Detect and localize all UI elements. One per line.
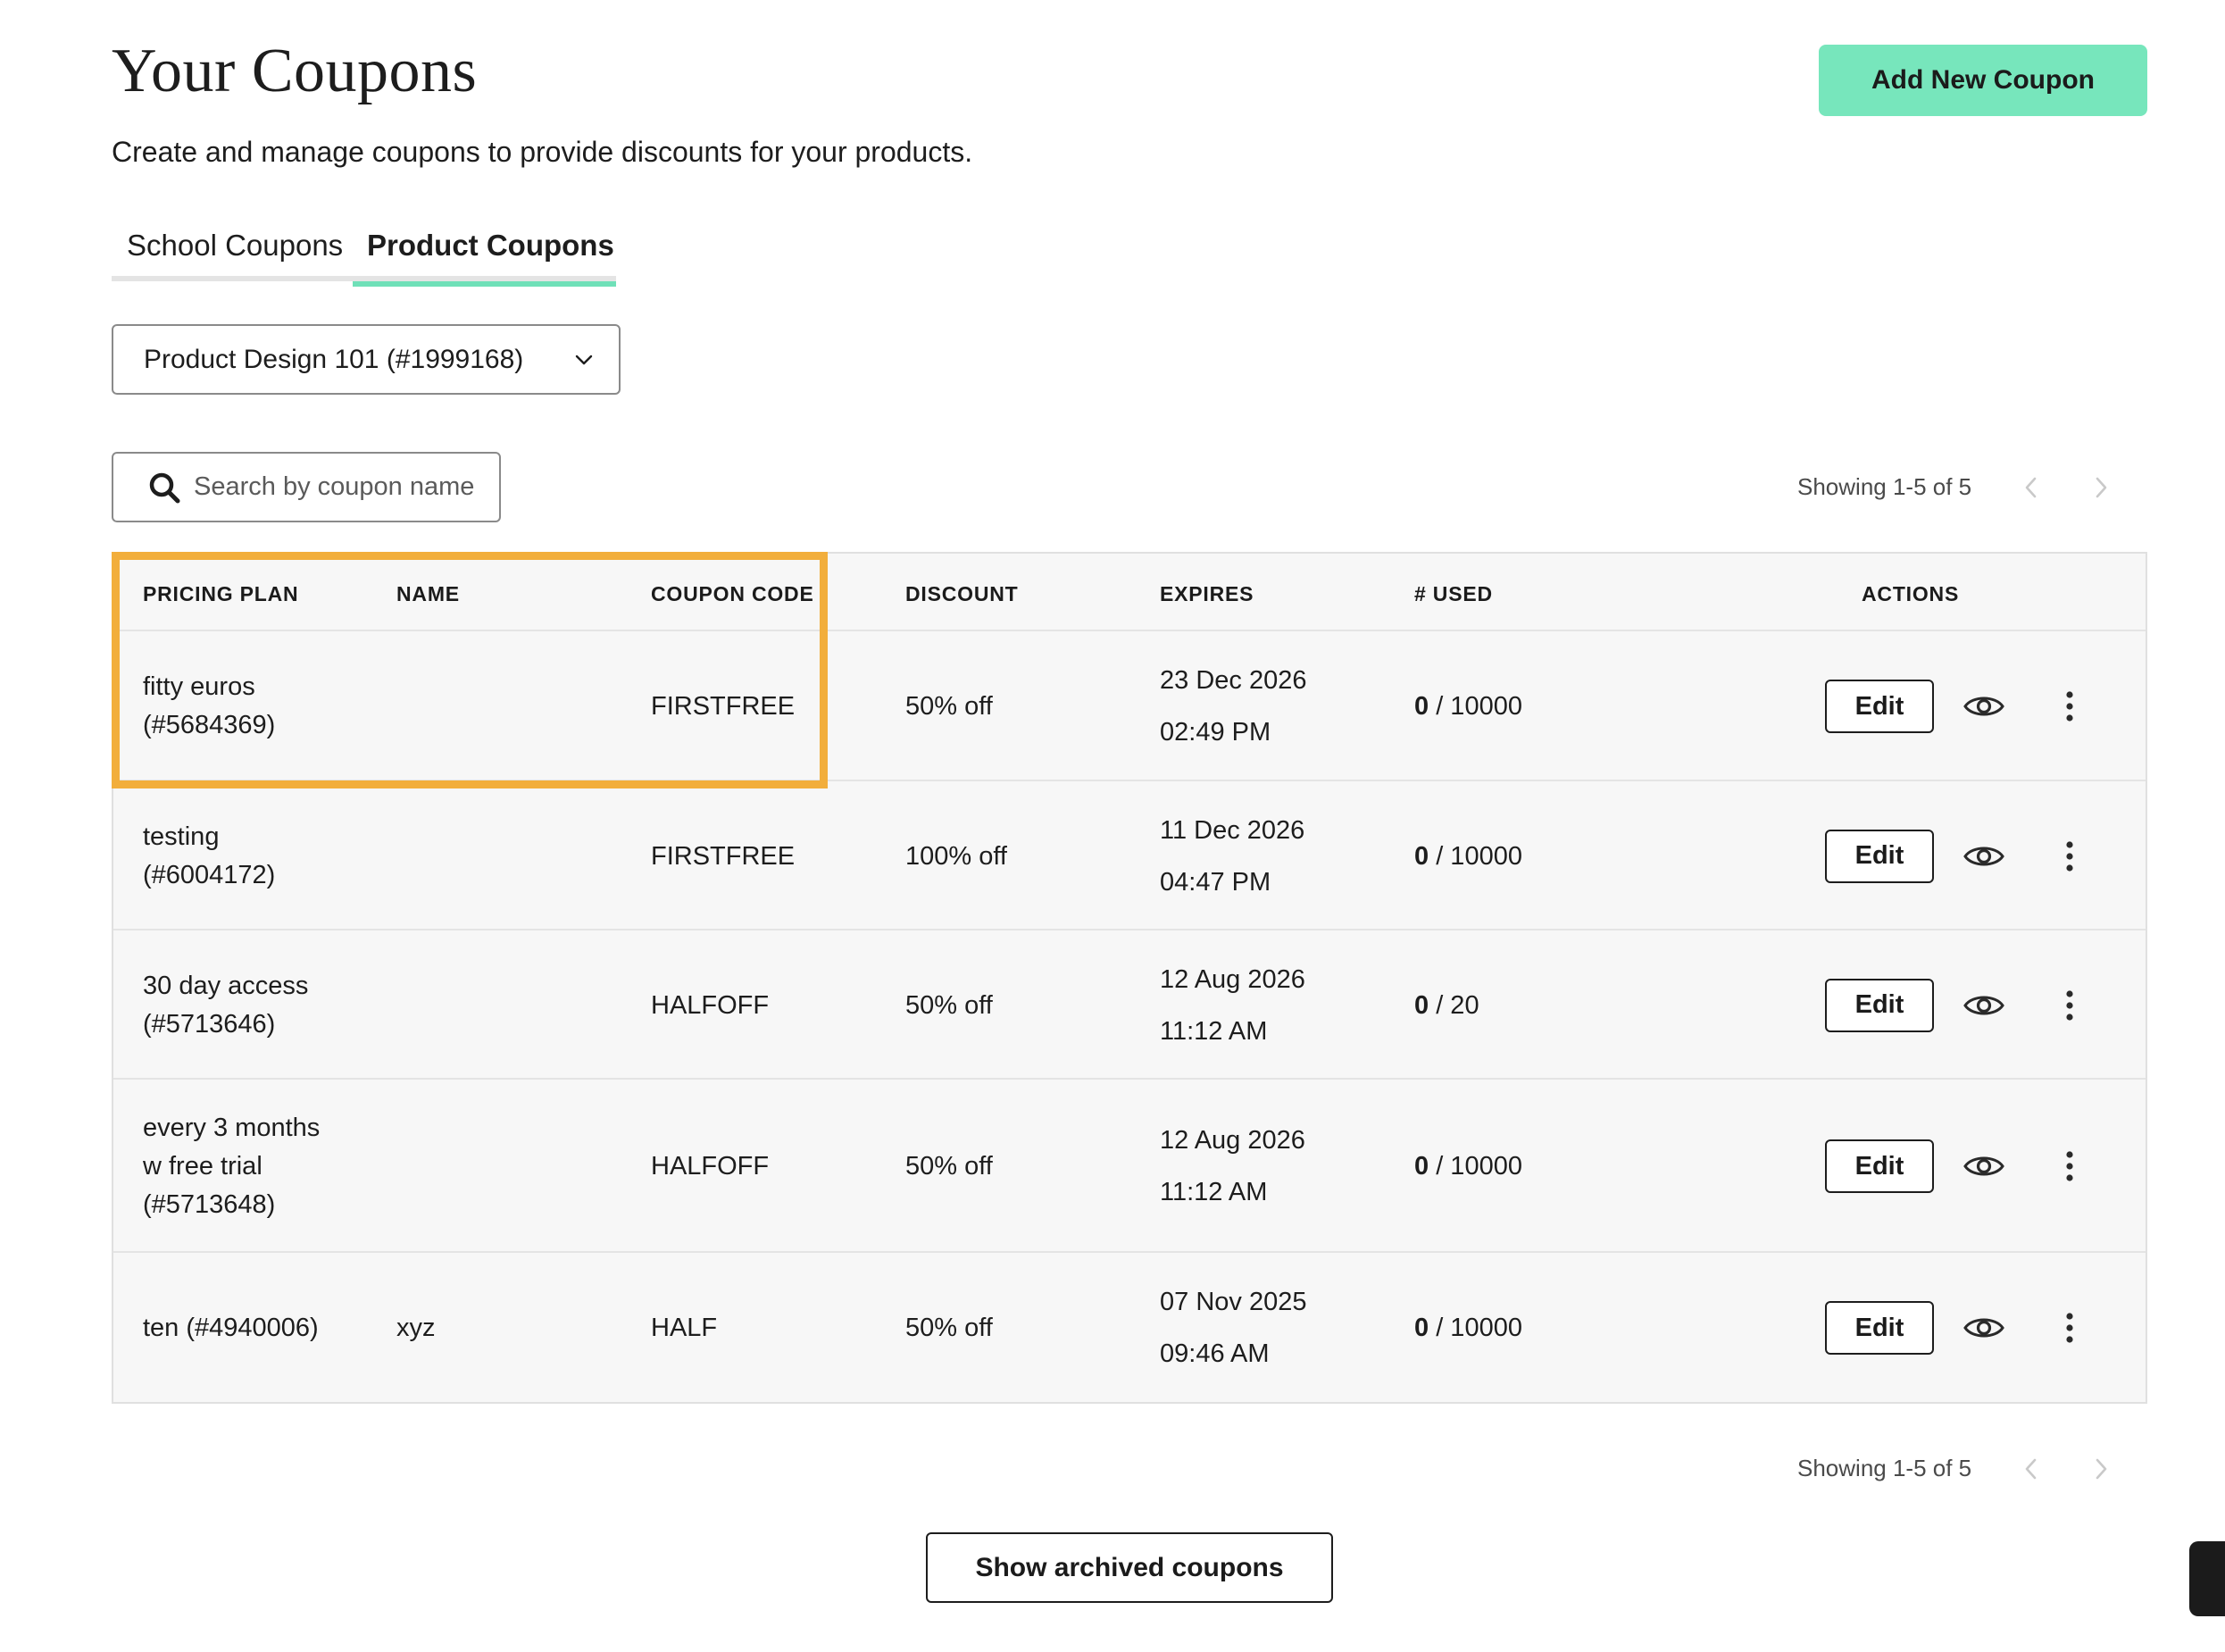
cell-coupon-code: HALF <box>651 1314 718 1342</box>
column-header-coupon-code: COUPON CODE <box>651 582 814 605</box>
chevron-left-icon[interactable] <box>2021 475 2041 500</box>
edit-button[interactable]: Edit <box>1825 1301 1934 1355</box>
table-row: testing (#6004172) FIRSTFREE 100% off 11 De… <box>113 781 2146 930</box>
cell-pricing-plan: fitty euros (#5684369) <box>143 672 276 739</box>
cell-used: 0 / 10000 <box>1414 838 1522 876</box>
product-select[interactable]: Product Design 101 (#1999168) <box>112 324 621 395</box>
more-vertical-icon[interactable] <box>2065 691 2074 722</box>
cell-expires: 07 Nov 2025 09:46 AM <box>1160 1276 1306 1380</box>
cell-pricing-plan: testing (#6004172) <box>143 822 276 889</box>
cell-used: 0 / 20 <box>1414 987 1479 1025</box>
used-limit: / 20 <box>1429 990 1479 1020</box>
used-limit: / 10000 <box>1429 1152 1522 1181</box>
chevron-down-icon <box>575 355 593 365</box>
tab-school-coupons[interactable]: School Coupons <box>112 223 353 281</box>
pagination-bottom: Showing 1-5 of 5 <box>1797 1455 2111 1482</box>
expires-time: 04:47 PM <box>1160 867 1271 897</box>
eye-icon[interactable] <box>1963 843 2004 870</box>
column-header-used: # USED <box>1414 582 1493 605</box>
add-new-coupon-button[interactable]: Add New Coupon <box>1819 45 2147 116</box>
coupons-table: PRICING PLAN NAME COUPON CODE DISCOUNT E… <box>112 552 2147 1404</box>
column-header-pricing-plan: PRICING PLAN <box>143 582 299 605</box>
pagination-top: Showing 1-5 of 5 <box>1797 473 2111 501</box>
cell-used: 0 / 10000 <box>1414 1309 1522 1347</box>
product-select-value: Product Design 101 (#1999168) <box>144 344 524 374</box>
cell-coupon-code: HALFOFF <box>651 1152 770 1181</box>
cell-discount: 50% off <box>905 1152 993 1181</box>
eye-icon[interactable] <box>1963 1153 2004 1180</box>
column-header-discount: DISCOUNT <box>905 582 1019 605</box>
used-limit: / 10000 <box>1429 1314 1522 1342</box>
expires-date: 07 Nov 2025 <box>1160 1288 1307 1316</box>
cell-coupon-code: FIRSTFREE <box>651 692 796 721</box>
expires-date: 12 Aug 2026 <box>1160 964 1305 994</box>
edit-button[interactable]: Edit <box>1825 1139 1934 1193</box>
column-header-name: NAME <box>396 582 460 605</box>
used-count: 0 <box>1414 1314 1429 1342</box>
cell-name: xyz <box>396 1314 436 1342</box>
page-subtitle: Create and manage coupons to provide dis… <box>112 136 973 168</box>
used-limit: / 10000 <box>1429 841 1522 871</box>
expires-time: 02:49 PM <box>1160 718 1271 747</box>
used-count: 0 <box>1414 841 1429 871</box>
eye-icon[interactable] <box>1963 1314 2004 1341</box>
cell-discount: 50% off <box>905 990 993 1020</box>
coupon-tabs: School Coupons Product Coupons <box>112 223 616 287</box>
edit-button[interactable]: Edit <box>1825 680 1934 733</box>
more-vertical-icon[interactable] <box>2065 1151 2074 1181</box>
used-limit: / 10000 <box>1429 692 1522 721</box>
column-header-actions: ACTIONS <box>1862 582 1960 605</box>
table-row: 30 day access (#5713646) HALFOFF 50% off 12… <box>113 930 2146 1080</box>
pagination-label: Showing 1-5 of 5 <box>1797 1455 1972 1481</box>
cell-discount: 50% off <box>905 692 993 721</box>
show-archived-coupons-button[interactable]: Show archived coupons <box>926 1532 1333 1603</box>
cell-coupon-code: FIRSTFREE <box>651 841 796 871</box>
cell-expires: 12 Aug 2026 11:12 AM <box>1160 1114 1305 1218</box>
search-icon <box>149 472 180 503</box>
table-row: every 3 months w free trial (#5713648) HA… <box>113 1080 2146 1253</box>
page-title: Your Coupons <box>112 37 478 105</box>
used-count: 0 <box>1414 692 1429 721</box>
cell-expires: 23 Dec 2026 02:49 PM <box>1160 655 1306 758</box>
chevron-right-icon[interactable] <box>2091 475 2111 500</box>
cell-discount: 100% off <box>905 841 1007 871</box>
table-row: fitty euros (#5684369) FIRSTFREE 50% off 23… <box>113 631 2146 781</box>
pagination-label: Showing 1-5 of 5 <box>1797 473 1972 500</box>
cell-coupon-code: HALFOFF <box>651 990 770 1020</box>
expires-time: 11:12 AM <box>1160 1016 1268 1046</box>
more-vertical-icon[interactable] <box>2065 1313 2074 1343</box>
used-count: 0 <box>1414 990 1429 1020</box>
more-vertical-icon[interactable] <box>2065 989 2074 1021</box>
expires-date: 23 Dec 2026 <box>1160 666 1307 695</box>
tab-product-coupons[interactable]: Product Coupons <box>353 223 616 287</box>
search-input[interactable] <box>194 472 479 502</box>
cell-expires: 12 Aug 2026 11:12 AM <box>1160 954 1305 1057</box>
cell-pricing-plan: every 3 months w free trial (#5713648) <box>143 1113 321 1219</box>
cell-pricing-plan: ten (#4940006) <box>143 1313 319 1342</box>
chevron-left-icon[interactable] <box>2021 1456 2041 1481</box>
chevron-right-icon[interactable] <box>2091 1456 2111 1481</box>
table-row: ten (#4940006) xyz HALF 50% off 07 Nov 2025 0… <box>113 1253 2146 1403</box>
expires-time: 09:46 AM <box>1160 1339 1270 1368</box>
cell-used: 0 / 10000 <box>1414 1147 1522 1186</box>
eye-icon[interactable] <box>1963 992 2004 1019</box>
eye-icon[interactable] <box>1963 693 2004 720</box>
more-vertical-icon[interactable] <box>2065 840 2074 872</box>
cell-discount: 50% off <box>905 1314 993 1342</box>
expires-date: 12 Aug 2026 <box>1160 1126 1305 1155</box>
used-count: 0 <box>1414 1152 1429 1181</box>
chat-widget[interactable] <box>2189 1541 2225 1616</box>
edit-button[interactable]: Edit <box>1825 978 1934 1032</box>
column-header-expires: EXPIRES <box>1160 582 1254 605</box>
expires-date: 11 Dec 2026 <box>1160 815 1305 845</box>
expires-time: 11:12 AM <box>1160 1178 1268 1206</box>
search-box <box>112 452 501 522</box>
edit-button[interactable]: Edit <box>1825 829 1934 883</box>
cell-pricing-plan: 30 day access (#5713646) <box>143 971 309 1039</box>
table-header: PRICING PLAN NAME COUPON CODE DISCOUNT E… <box>113 554 2146 631</box>
cell-expires: 11 Dec 2026 04:47 PM <box>1160 805 1304 908</box>
cell-used: 0 / 10000 <box>1414 688 1522 726</box>
